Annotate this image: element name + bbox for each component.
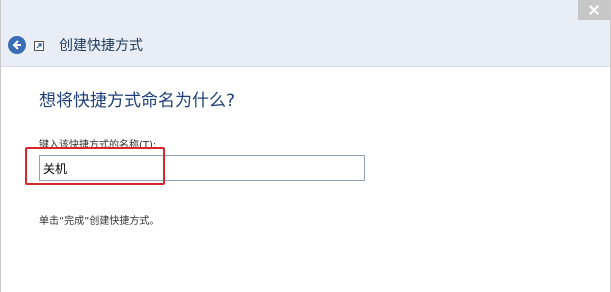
window-title: 创建快捷方式 [59,38,143,54]
back-button[interactable] [8,36,26,54]
close-button[interactable] [578,0,610,20]
window-header: 创建快捷方式 [1,0,610,67]
finish-hint: 单击“完成”创建快捷方式。 [39,216,160,227]
shortcut-icon [34,41,44,51]
highlight-annotation [25,147,165,185]
back-arrow-icon [12,40,21,50]
page-heading: 想将快捷方式命名为什么? [39,91,236,111]
create-shortcut-window: 创建快捷方式 想将快捷方式命名为什么? 键入该快捷方式的名称(T): 单击“完成… [0,0,611,292]
